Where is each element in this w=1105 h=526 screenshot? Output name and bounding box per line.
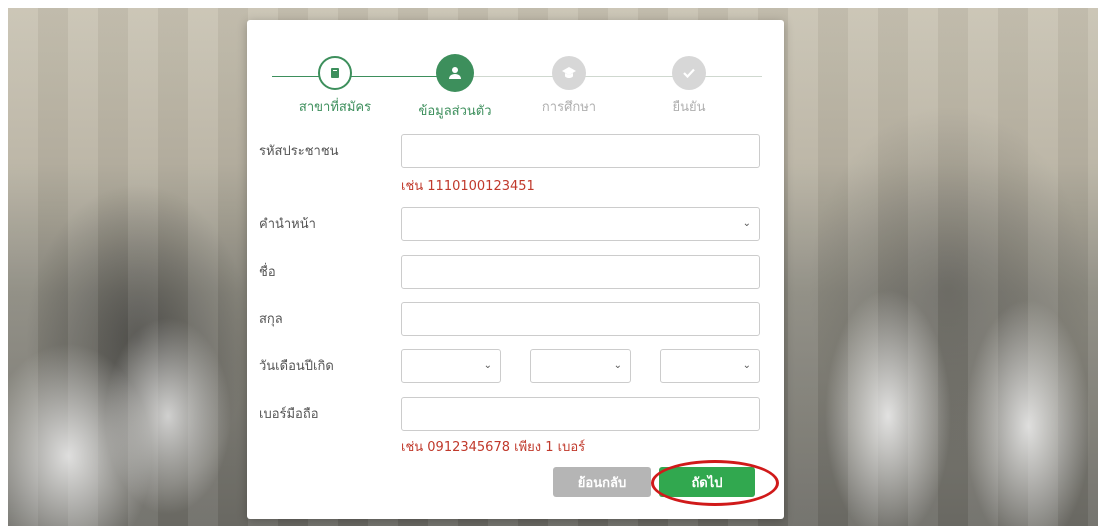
user-icon <box>436 54 474 92</box>
first-name-input[interactable] <box>401 255 760 289</box>
progress-stepper: สาขาที่สมัคร ข้อมูลส่วนตัว การศึกษา ยืนย… <box>247 54 784 119</box>
citizen-id-input[interactable] <box>401 134 760 168</box>
birthdate-label: วันเดือนปีเกิด <box>259 359 334 374</box>
first-name-label: ชื่อ <box>259 265 276 280</box>
step-label: การศึกษา <box>541 100 597 115</box>
graduation-cap-icon <box>552 56 586 90</box>
step-label: ยืนยัน <box>672 100 706 115</box>
highlight-circle <box>651 460 779 506</box>
last-name-input[interactable] <box>401 302 760 336</box>
chevron-down-icon: ⌄ <box>613 360 622 371</box>
step-confirm[interactable]: ยืนยัน <box>629 56 749 117</box>
step-label: สาขาที่สมัคร <box>298 100 372 115</box>
citizen-id-label: รหัสประชาชน <box>259 144 339 159</box>
step-label: ข้อมูลส่วนตัว <box>418 104 492 119</box>
birth-year-select[interactable]: ⌄ <box>660 349 760 383</box>
citizen-id-hint: เช่น 1110100123451 <box>401 179 535 194</box>
registration-modal: สาขาที่สมัคร ข้อมูลส่วนตัว การศึกษา ยืนย… <box>247 20 784 519</box>
phone-label: เบอร์มือถือ <box>259 407 319 422</box>
chevron-down-icon: ⌄ <box>483 360 492 371</box>
step-personal-info[interactable]: ข้อมูลส่วนตัว <box>395 54 515 121</box>
birth-month-select[interactable]: ⌄ <box>530 349 631 383</box>
chevron-down-icon: ⌄ <box>742 360 751 371</box>
chevron-down-icon: ⌄ <box>742 218 751 229</box>
step-branch[interactable]: สาขาที่สมัคร <box>275 56 395 117</box>
back-button[interactable]: ย้อนกลับ <box>553 467 651 497</box>
book-icon <box>318 56 352 90</box>
check-icon <box>672 56 706 90</box>
phone-input[interactable] <box>401 397 760 431</box>
phone-hint: เช่น 0912345678 เพียง 1 เบอร์ <box>401 440 586 455</box>
title-select[interactable]: ⌄ <box>401 207 760 241</box>
last-name-label: สกุล <box>259 312 283 327</box>
title-label: คำนำหน้า <box>259 217 316 232</box>
step-education[interactable]: การศึกษา <box>509 56 629 117</box>
birth-day-select[interactable]: ⌄ <box>401 349 501 383</box>
